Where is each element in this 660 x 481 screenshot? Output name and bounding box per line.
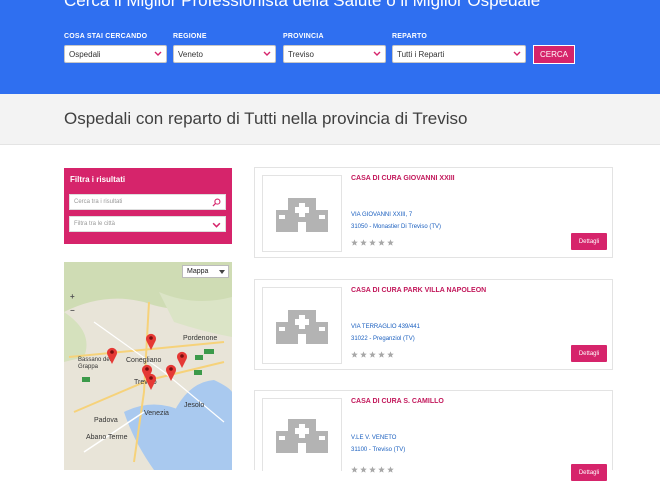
- map-pin-icon[interactable]: [165, 363, 177, 381]
- map-type-select[interactable]: Mappa: [182, 265, 229, 278]
- search-field-province: PROVINCIA Treviso: [283, 33, 386, 63]
- province-value: Treviso: [288, 50, 314, 59]
- search-field-department: REPARTO Tutti i Reparti: [392, 33, 526, 63]
- zoom-in-button[interactable]: +: [70, 292, 75, 301]
- filter-title: Filtra i risultati: [70, 175, 126, 184]
- department-select[interactable]: Tutti i Reparti: [392, 45, 526, 63]
- category-value: Ospedali: [69, 50, 101, 59]
- hospital-address: VIA TERRAGLIO 439/441: [351, 324, 420, 330]
- star-icon: [351, 239, 358, 246]
- star-icon: [369, 351, 376, 358]
- hospital-icon: [276, 197, 328, 232]
- search-field-category: COSA STAI CERCANDO Ospedali: [64, 33, 167, 63]
- search-field-region: REGIONE Veneto: [173, 33, 276, 63]
- search-hero: Cerca il Miglior Professionista della Sa…: [0, 0, 660, 94]
- map-city-label: Pordenone: [183, 335, 218, 342]
- map-pin-icon[interactable]: [145, 332, 157, 350]
- result-card: CASA DI CURA GIOVANNI XXIII VIA GIOVANNI…: [254, 167, 613, 258]
- details-button[interactable]: Dettagli: [571, 464, 607, 481]
- star-icon: [387, 351, 394, 358]
- filter-city-select[interactable]: Filtra tra le città: [69, 216, 226, 232]
- star-icon: [378, 239, 385, 246]
- hospital-city: 31022 - Preganziol (TV): [351, 336, 415, 342]
- star-icon: [351, 351, 358, 358]
- star-icon: [369, 239, 376, 246]
- map-type-value: Mappa: [187, 268, 209, 275]
- chevron-down-icon: [219, 270, 225, 274]
- chevron-down-icon: [513, 51, 521, 56]
- category-label: COSA STAI CERCANDO: [64, 33, 148, 40]
- chevron-down-icon: [373, 51, 381, 56]
- star-icon: [378, 351, 385, 358]
- result-card: CASA DI CURA PARK VILLA NAPOLEON VIA TER…: [254, 279, 613, 370]
- map-pin-icon[interactable]: [106, 346, 118, 364]
- zoom-out-button[interactable]: −: [70, 306, 75, 315]
- search-button[interactable]: CERCA: [533, 45, 575, 64]
- region-value: Veneto: [178, 50, 203, 59]
- hospital-city: 31050 - Monastier Di Treviso (TV): [351, 224, 442, 230]
- page-title: Ospedali con reparto di Tutti nella prov…: [64, 109, 468, 128]
- page-title-band: Ospedali con reparto di Tutti nella prov…: [0, 94, 660, 145]
- star-icon: [387, 239, 394, 246]
- star-icon: [360, 351, 367, 358]
- hospital-name[interactable]: CASA DI CURA GIOVANNI XXIII: [351, 175, 455, 182]
- rating-stars: [351, 351, 394, 358]
- details-button[interactable]: Dettagli: [571, 233, 607, 250]
- map-city-label: Abano Terme: [86, 434, 128, 441]
- map-pin-icon[interactable]: [145, 372, 157, 390]
- details-button[interactable]: Dettagli: [571, 345, 607, 362]
- search-icon: [212, 198, 221, 207]
- department-label: REPARTO: [392, 33, 427, 40]
- hospital-thumbnail: [262, 175, 342, 252]
- chevron-down-icon: [263, 51, 271, 56]
- hospital-icon: [276, 309, 328, 344]
- hospital-thumbnail: [262, 287, 342, 364]
- category-select[interactable]: Ospedali: [64, 45, 167, 63]
- map-city-label: Jesolo: [184, 402, 205, 409]
- chevron-down-icon: [154, 51, 162, 56]
- filter-search-placeholder: Cerca tra i risultati: [74, 199, 123, 205]
- region-label: REGIONE: [173, 33, 207, 40]
- rating-stars: [351, 239, 394, 246]
- filter-city-placeholder: Filtra tra le città: [74, 221, 116, 227]
- result-card: CASA DI CURA S. CAMILLO V.LE V. VENETO 3…: [254, 390, 613, 481]
- map-city-label: Padova: [94, 417, 118, 424]
- hero-title: Cerca il Miglior Professionista della Sa…: [64, 0, 541, 10]
- chevron-down-icon: [212, 222, 221, 228]
- map-city-label: Venezia: [144, 410, 169, 417]
- region-select[interactable]: Veneto: [173, 45, 276, 63]
- hospital-address: VIA GIOVANNI XXIII, 7: [351, 212, 413, 218]
- hospital-name[interactable]: CASA DI CURA PARK VILLA NAPOLEON: [351, 287, 486, 294]
- hospital-name[interactable]: CASA DI CURA S. CAMILLO: [351, 398, 444, 405]
- filter-panel: Filtra i risultati Cerca tra i risultati…: [64, 168, 232, 244]
- map-pin-icon[interactable]: [176, 350, 188, 368]
- hospital-city: 31100 - Treviso (TV): [351, 447, 406, 453]
- hospital-icon: [276, 419, 328, 453]
- hospital-thumbnail: [262, 398, 342, 471]
- province-select[interactable]: Treviso: [283, 45, 386, 63]
- department-value: Tutti i Reparti: [397, 50, 445, 59]
- results-map[interactable]: Mappa + − Pordenone Bassano del Grappa C…: [64, 262, 232, 470]
- hospital-address: V.LE V. VENETO: [351, 435, 397, 441]
- province-label: PROVINCIA: [283, 33, 324, 40]
- star-icon: [360, 239, 367, 246]
- filter-search-input[interactable]: Cerca tra i risultati: [69, 194, 226, 210]
